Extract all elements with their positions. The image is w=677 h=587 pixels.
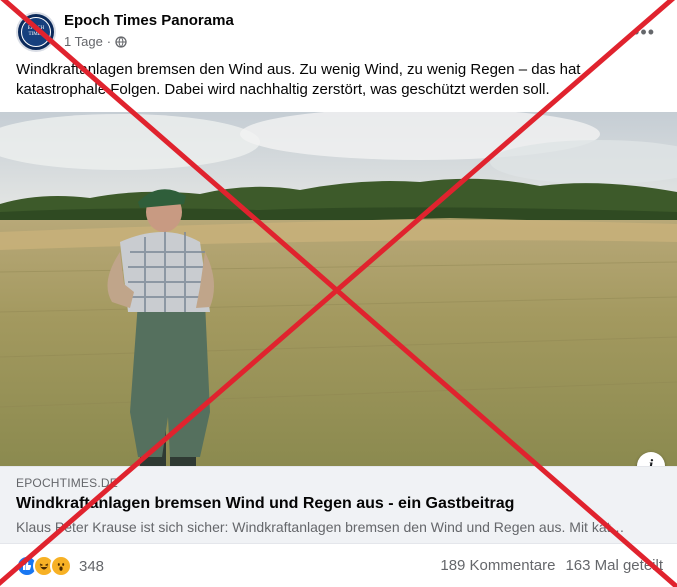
farmer-field-photo <box>0 112 677 466</box>
meta-separator: · <box>106 34 112 49</box>
post-text: Windkraftanlagen bremsen den Wind aus. Z… <box>16 61 581 98</box>
post-timestamp[interactable]: 1 Tage <box>64 34 103 49</box>
epoch-times-logo: EPOCH TIMES <box>21 17 51 47</box>
link-preview[interactable]: EPOCHTIMES.DE Windkraftanlagen bremsen W… <box>0 466 677 544</box>
reaction-summary[interactable]: 348 <box>16 555 104 577</box>
post-footer: 348 189 Kommentare 163 Mal geteilt <box>0 550 677 580</box>
post-meta: 1 Tage · <box>64 34 127 49</box>
link-domain: EPOCHTIMES.DE <box>16 476 118 490</box>
shares-count[interactable]: 163 Mal geteilt <box>565 557 663 574</box>
reaction-count: 348 <box>79 557 105 575</box>
facebook-post: EPOCH TIMES Epoch Times Panorama 1 Tage … <box>0 0 677 587</box>
post-photo[interactable] <box>0 112 677 466</box>
comments-count[interactable]: 189 Kommentare <box>440 557 555 574</box>
engagement-stats: 189 Kommentare 163 Mal geteilt <box>440 557 663 574</box>
wow-reaction-icon <box>50 555 72 577</box>
link-title[interactable]: Windkraftanlagen bremsen Wind und Regen … <box>16 495 514 513</box>
page-avatar[interactable]: EPOCH TIMES <box>16 12 56 52</box>
post-header: EPOCH TIMES Epoch Times Panorama 1 Tage … <box>16 12 677 56</box>
more-options-icon[interactable]: ••• <box>633 22 655 43</box>
link-description: Klaus Peter Krause ist sich sicher: Wind… <box>16 519 625 535</box>
page-name[interactable]: Epoch Times Panorama <box>64 12 234 29</box>
globe-icon <box>115 35 127 48</box>
